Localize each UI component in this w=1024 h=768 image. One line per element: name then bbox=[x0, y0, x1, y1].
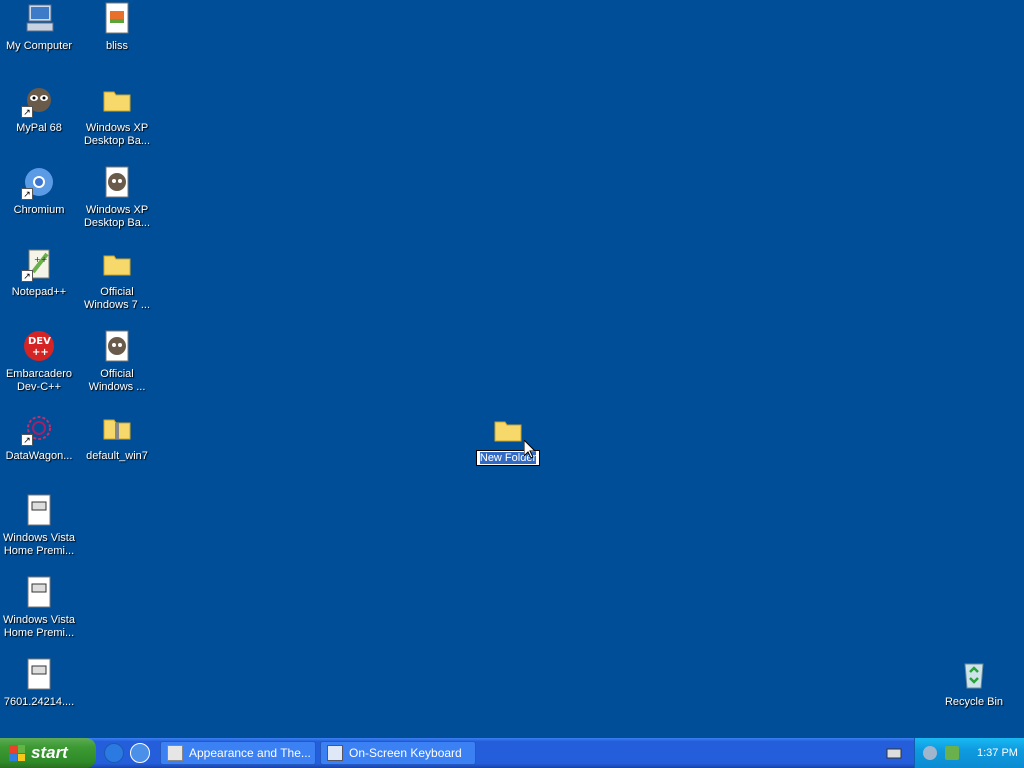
icon-label: DataWagon... bbox=[5, 450, 73, 462]
shortcut-arrow-icon: ↗ bbox=[21, 188, 33, 200]
system-tray: 1:37 PM bbox=[914, 738, 1024, 768]
devcpp-icon: DEV ++ bbox=[23, 330, 55, 362]
clock[interactable]: 1:37 PM bbox=[977, 747, 1018, 759]
desktop-icon-winxp-bg2[interactable]: Windows XP Desktop Ba... bbox=[78, 166, 156, 230]
keyboard-tray-icon[interactable] bbox=[886, 746, 902, 760]
icon-label: Notepad++ bbox=[11, 286, 67, 298]
icon-label: Official Windows 7 ... bbox=[83, 286, 151, 311]
desktop-icon-notepadpp[interactable]: ++ ↗ Notepad++ bbox=[0, 248, 78, 299]
ie-icon[interactable] bbox=[104, 743, 124, 763]
folder-icon bbox=[492, 414, 524, 446]
chromium-icon: ↗ bbox=[21, 166, 55, 200]
desktop-icon-datawagon[interactable]: ↗ DataWagon... bbox=[0, 412, 78, 463]
svg-text:++: ++ bbox=[32, 347, 49, 358]
svg-text:DEV: DEV bbox=[28, 336, 51, 347]
desktop-icon-winxp-bg1[interactable]: Windows XP Desktop Ba... bbox=[78, 84, 156, 148]
desktop-icon-vista1[interactable]: Windows Vista Home Premi... bbox=[0, 494, 78, 558]
desktop-icon-bliss[interactable]: bliss bbox=[78, 2, 156, 53]
desktop-icon-official-win7[interactable]: Official Windows 7 ... bbox=[78, 248, 156, 312]
shortcut-arrow-icon: ↗ bbox=[21, 434, 33, 446]
desktop-icon-mypal[interactable]: ↗ MyPal 68 bbox=[0, 84, 78, 135]
windows-flag-icon bbox=[9, 745, 25, 761]
document-icon bbox=[23, 576, 55, 608]
desktop-icon-recycle-bin[interactable]: Recycle Bin bbox=[935, 658, 1013, 709]
mypal-quicklaunch-icon[interactable] bbox=[130, 743, 150, 763]
icon-label: My Computer bbox=[5, 40, 73, 52]
notepadpp-icon: ++ ↗ bbox=[21, 248, 55, 282]
icon-label: Windows XP Desktop Ba... bbox=[83, 204, 151, 229]
icon-label: 7601.24214.... bbox=[3, 696, 75, 708]
quick-launch bbox=[104, 743, 150, 763]
desktop-icon-default-win7[interactable]: default_win7 bbox=[78, 412, 156, 463]
keyboard-icon bbox=[327, 745, 343, 761]
shortcut-arrow-icon: ↗ bbox=[21, 106, 33, 118]
icon-label: Chromium bbox=[13, 204, 65, 216]
mypal-document-icon bbox=[101, 166, 133, 198]
shortcut-arrow-icon: ↗ bbox=[21, 270, 33, 282]
desktop[interactable]: My Computer ↗ MyPal 68 ↗ Chromium ++ ↗ N… bbox=[0, 0, 1024, 738]
desktop-icon-my-computer[interactable]: My Computer bbox=[0, 2, 78, 53]
desktop-icon-chromium[interactable]: ↗ Chromium bbox=[0, 166, 78, 217]
image-file-icon bbox=[101, 2, 133, 34]
mypal-icon: ↗ bbox=[21, 84, 55, 118]
datawagon-icon: ↗ bbox=[21, 412, 55, 446]
desktop-icon-7601[interactable]: 7601.24214.... bbox=[0, 658, 78, 709]
taskbar: start Appearance and The... On-Screen Ke… bbox=[0, 738, 1024, 768]
taskbar-button-appearance[interactable]: Appearance and The... bbox=[160, 741, 316, 765]
icon-label: MyPal 68 bbox=[16, 122, 62, 134]
icon-label: Windows Vista Home Premi... bbox=[3, 614, 75, 639]
start-label: start bbox=[31, 743, 68, 762]
folder-icon bbox=[101, 84, 133, 116]
computer-icon bbox=[23, 2, 55, 34]
svg-text:++: ++ bbox=[34, 255, 47, 264]
folder-icon bbox=[101, 248, 133, 280]
icon-label: bliss bbox=[105, 40, 128, 52]
volume-icon[interactable] bbox=[923, 746, 937, 760]
task-label: Appearance and The... bbox=[189, 746, 311, 760]
taskbar-button-osk[interactable]: On-Screen Keyboard bbox=[320, 741, 476, 765]
desktop-icon-official-windows[interactable]: Official Windows ... bbox=[78, 330, 156, 394]
desktop-icon-devcpp[interactable]: DEV ++ Embarcadero Dev-C++ bbox=[0, 330, 78, 394]
desktop-icon-new-folder[interactable]: New Folder bbox=[468, 414, 548, 466]
task-label: On-Screen Keyboard bbox=[349, 746, 462, 760]
recycle-bin-icon bbox=[958, 658, 990, 690]
icon-label: Recycle Bin bbox=[944, 696, 1004, 708]
icon-label: Embarcadero Dev-C++ bbox=[5, 368, 73, 393]
control-panel-icon bbox=[167, 745, 183, 761]
start-button[interactable]: start bbox=[0, 738, 96, 768]
document-icon bbox=[23, 658, 55, 690]
zip-folder-icon bbox=[101, 412, 133, 444]
document-icon bbox=[23, 494, 55, 526]
icon-label: Windows XP Desktop Ba... bbox=[83, 122, 151, 147]
mypal-document-icon bbox=[101, 330, 133, 362]
network-icon[interactable] bbox=[945, 746, 959, 760]
desktop-icon-vista2[interactable]: Windows Vista Home Premi... bbox=[0, 576, 78, 640]
icon-label: Official Windows ... bbox=[88, 368, 146, 393]
mouse-pointer-icon bbox=[523, 438, 537, 464]
icon-label: default_win7 bbox=[86, 450, 148, 462]
icon-label: Windows Vista Home Premi... bbox=[3, 532, 75, 557]
